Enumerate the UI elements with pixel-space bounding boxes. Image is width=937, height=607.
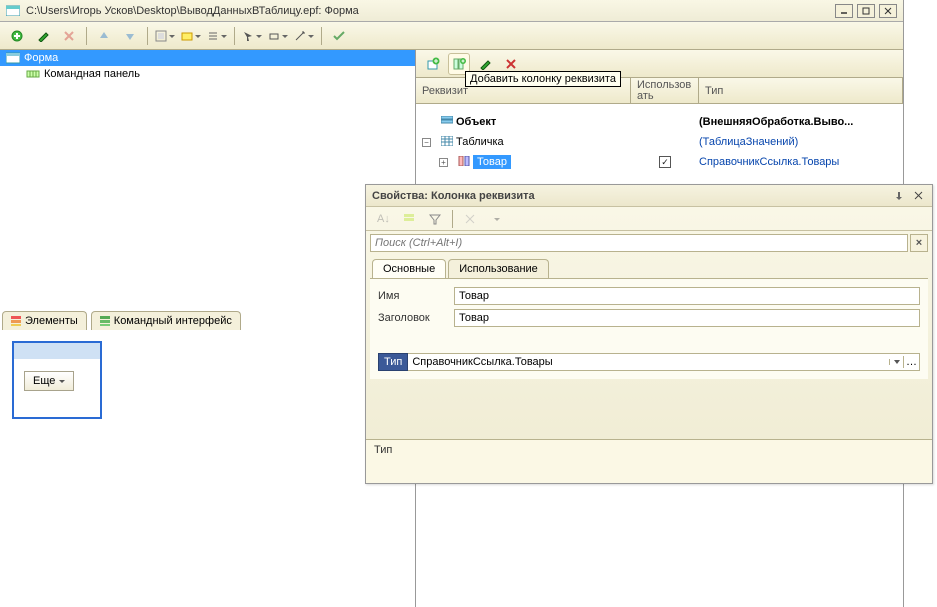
move-down-button[interactable] — [119, 25, 141, 47]
more-label: Еще — [33, 375, 55, 387]
clear-button[interactable] — [459, 208, 481, 230]
grid-row-table[interactable]: − Табличка (ТаблицаЗначений) — [416, 132, 903, 152]
align-tool-button[interactable] — [267, 25, 289, 47]
delete-button[interactable] — [58, 25, 80, 47]
grid-header-use[interactable]: Использовать — [631, 78, 699, 103]
sort-button[interactable]: A↓ — [372, 208, 394, 230]
categories-button[interactable] — [398, 208, 420, 230]
add-button[interactable] — [6, 25, 28, 47]
more-button[interactable]: Еще — [24, 371, 74, 391]
grid-row-product[interactable]: + Товар ✓ СправочникСсылка.Товары — [416, 152, 903, 172]
object-icon — [441, 116, 453, 129]
table-icon — [441, 136, 453, 149]
add-attr-button[interactable] — [422, 53, 444, 75]
left-pane: Форма Командная панель Элементы Командны… — [0, 50, 416, 607]
clear-search-button[interactable]: × — [910, 234, 928, 252]
tab-cmdiface-label: Командный интерфейс — [114, 315, 232, 327]
arrow-tool-button[interactable] — [241, 25, 263, 47]
expand-product-button[interactable]: + — [439, 158, 448, 167]
grid-table-name: Табличка — [456, 136, 504, 148]
tab-elements-label: Элементы — [25, 315, 78, 327]
tree-form-label: Форма — [24, 52, 58, 64]
form-preview: Еще — [12, 341, 102, 419]
move-up-button[interactable] — [93, 25, 115, 47]
properties-status: Тип — [366, 439, 932, 483]
properties-panel: Свойства: Колонка реквизита A↓ × Основны… — [365, 184, 933, 484]
grid-table-type: (ТаблицаЗначений) — [699, 136, 903, 148]
tab-main[interactable]: Основные — [372, 259, 446, 278]
title-input[interactable] — [454, 309, 920, 327]
group-button[interactable] — [154, 25, 176, 47]
close-properties-button[interactable] — [910, 189, 926, 203]
cmdiface-icon — [100, 316, 110, 326]
tree-row-commandbar[interactable]: Командная панель — [0, 66, 415, 82]
command-bar-icon — [26, 68, 40, 80]
close-window-button[interactable] — [879, 4, 897, 18]
form-icon — [6, 52, 20, 64]
name-input[interactable] — [454, 287, 920, 305]
expand-table-button[interactable]: − — [422, 138, 431, 147]
tab-use[interactable]: Использование — [448, 259, 549, 278]
bottom-tabs: Элементы Командный интерфейс — [2, 311, 241, 330]
grid-product-name: Товар — [473, 155, 511, 169]
title-bar: C:\Users\Игорь Усков\Desktop\ВыводДанных… — [0, 0, 903, 22]
tree-cmd-label: Командная панель — [44, 68, 140, 80]
tab-command-interface[interactable]: Командный интерфейс — [91, 311, 241, 330]
properties-form: Имя Заголовок Тип СправочникСсылка.Товар… — [370, 278, 928, 379]
add-column-tooltip: Добавить колонку реквизита — [465, 71, 621, 87]
properties-title: Свойства: Колонка реквизита — [372, 190, 888, 202]
type-label: Тип — [378, 353, 408, 371]
edit-button[interactable] — [32, 25, 54, 47]
check-button[interactable] — [328, 25, 350, 47]
form-file-icon — [6, 4, 20, 18]
properties-title-bar: Свойства: Колонка реквизита — [366, 185, 932, 207]
tab-elements[interactable]: Элементы — [2, 311, 87, 330]
form-tree[interactable]: Форма Командная панель — [0, 50, 415, 307]
name-label: Имя — [378, 290, 448, 302]
elements-icon — [11, 316, 21, 326]
status-text: Тип — [374, 444, 392, 456]
list-button[interactable] — [206, 25, 228, 47]
type-value: СправочникСсылка.Товары — [408, 356, 889, 368]
type-dropdown-button[interactable] — [889, 359, 903, 365]
column-icon — [458, 156, 470, 169]
grid-header-type[interactable]: Тип — [699, 78, 903, 103]
search-input[interactable] — [370, 234, 908, 252]
properties-tabs: Основные Использование — [366, 255, 932, 278]
resize-tool-button[interactable] — [293, 25, 315, 47]
type-browse-button[interactable]: … — [903, 356, 919, 368]
more-props-button[interactable] — [485, 208, 507, 230]
grid-product-type: СправочникСсылка.Товары — [699, 156, 903, 168]
grid-object-type: (ВнешняяОбработка.Выво... — [699, 116, 903, 128]
filter-button[interactable] — [424, 208, 446, 230]
use-checkbox[interactable]: ✓ — [659, 156, 671, 168]
svg-text:A↓: A↓ — [377, 213, 389, 225]
title-label: Заголовок — [378, 312, 448, 324]
panel-button[interactable] — [180, 25, 202, 47]
pin-button[interactable] — [891, 189, 907, 203]
grid-body[interactable]: Объект (ВнешняяОбработка.Выво... − Табли… — [416, 104, 903, 172]
tree-row-form[interactable]: Форма — [0, 50, 415, 66]
window-title: C:\Users\Игорь Усков\Desktop\ВыводДанных… — [26, 5, 831, 17]
maximize-button[interactable] — [857, 4, 875, 18]
grid-row-object[interactable]: Объект (ВнешняяОбработка.Выво... — [416, 112, 903, 132]
grid-object-name: Объект — [456, 116, 496, 128]
minimize-button[interactable] — [835, 4, 853, 18]
main-toolbar — [0, 22, 903, 50]
properties-toolbar: A↓ — [366, 207, 932, 231]
preview-header — [14, 343, 100, 359]
